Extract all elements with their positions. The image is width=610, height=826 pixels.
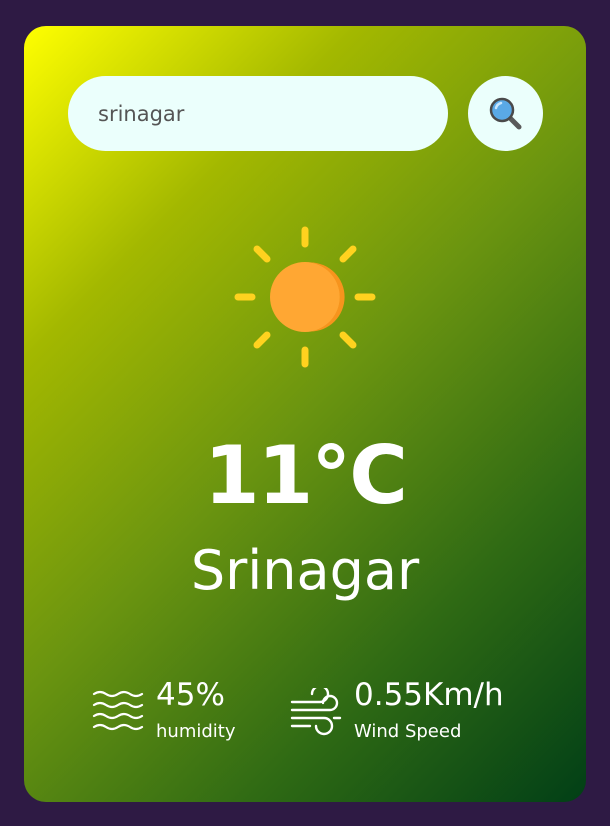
wind-detail: 0.55Km/h Wind Speed [290,674,504,744]
weather-card: 11°C Srinagar 45% humidity [24,26,586,802]
search-button[interactable] [468,76,543,151]
wind-value: 0.55Km/h [354,677,504,713]
humidity-label: humidity [156,721,236,742]
humidity-detail: 45% humidity [92,674,236,744]
humidity-value: 45% [156,677,225,713]
wind-label: Wind Speed [354,721,462,742]
humidity-waves-icon [92,690,144,731]
city-name: Srinagar [190,539,420,602]
search-input[interactable] [68,76,448,151]
magnifier-icon [489,97,521,129]
wind-icon [290,688,342,736]
temperature: 11°C [203,429,408,522]
sun-icon [234,226,376,368]
